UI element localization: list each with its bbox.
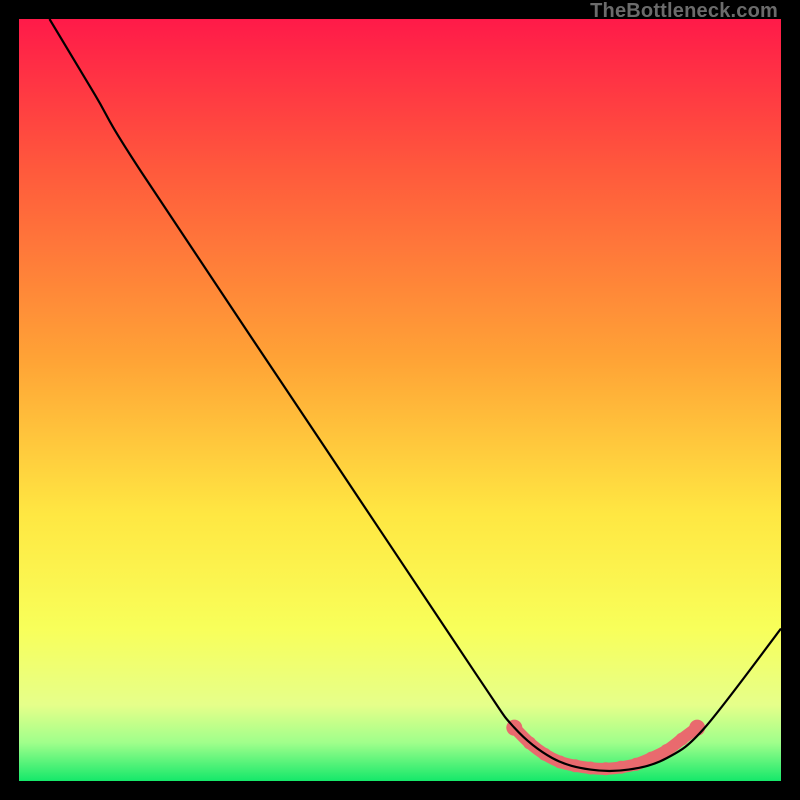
chart-frame bbox=[19, 19, 781, 781]
chart-canvas bbox=[19, 19, 781, 781]
marker-dot bbox=[599, 762, 612, 775]
watermark-text: TheBottleneck.com bbox=[590, 0, 778, 23]
marker-dot bbox=[689, 720, 705, 736]
gradient-background bbox=[19, 19, 781, 781]
marker-dot bbox=[675, 733, 688, 746]
